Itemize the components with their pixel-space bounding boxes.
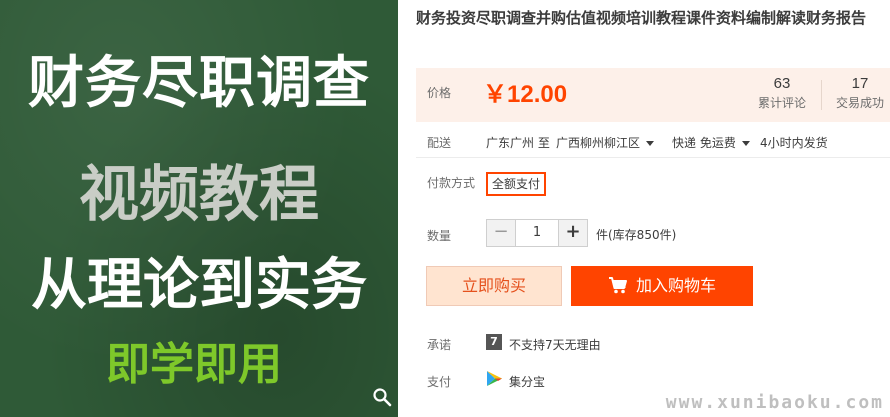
- shipping-row: 配送 广东广州 至 广西柳州柳江区 快递 免运费 4小时内发货: [416, 122, 890, 158]
- image-text-line-4: 即学即用: [106, 339, 282, 390]
- quantity-stepper: − 1 +: [486, 219, 588, 247]
- promise-text[interactable]: 不支持7天无理由: [509, 336, 601, 353]
- pay-method-text: 集分宝: [509, 375, 546, 389]
- no-7-day-return-icon: 7: [486, 334, 502, 350]
- product-detail: 财务投资尽职调查并购估值视频培训教程课件资料编制解读财务报告 价格 ￥12.00…: [416, 0, 890, 417]
- full-payment-option[interactable]: 全额支付: [486, 172, 547, 196]
- shipping-method: 快递 免运费: [672, 136, 736, 150]
- increase-button[interactable]: +: [559, 220, 587, 246]
- product-image[interactable]: 财务尽职调查 视频教程 从理论到实务 即学即用: [0, 0, 398, 417]
- search-icon[interactable]: [372, 387, 392, 407]
- sales-stat[interactable]: 17 交易成功: [836, 75, 884, 111]
- buy-now-button[interactable]: 立即购买: [426, 266, 562, 306]
- shipping-method-select[interactable]: 快递 免运费: [672, 134, 750, 151]
- shipping-destination: 广西柳州柳江区: [556, 136, 641, 150]
- dispatch-time: 4小时内发货: [760, 136, 828, 150]
- stock-info: 件(库存850件): [596, 228, 677, 242]
- pay-method-label: 支付: [427, 375, 452, 389]
- quantity-label: 数量: [427, 229, 452, 243]
- shipping-destination-select[interactable]: 广西柳州柳江区: [556, 134, 655, 151]
- image-text-line-3: 从理论到实务: [31, 253, 367, 318]
- sales-label: 交易成功: [836, 96, 885, 110]
- add-to-cart-button[interactable]: 加入购物车: [571, 266, 753, 306]
- watermark: www.xunibaoku.com: [665, 392, 884, 413]
- price-value: ￥12.00: [483, 81, 568, 108]
- promise-label: 承诺: [427, 338, 452, 352]
- reviews-count: 63: [773, 75, 791, 92]
- image-text-line-2: 视频教程: [79, 160, 319, 230]
- decrease-button[interactable]: −: [487, 220, 515, 246]
- price-label: 价格: [427, 86, 452, 100]
- cart-icon: [608, 277, 627, 294]
- product-title: 财务投资尽职调查并购估值视频培训教程课件资料编制解读财务报告: [416, 9, 867, 27]
- reviews-label: 累计评论: [758, 96, 807, 110]
- add-to-cart-label: 加入购物车: [635, 276, 716, 295]
- stat-divider: [821, 80, 822, 110]
- quantity-input[interactable]: 1: [515, 220, 559, 246]
- sales-count: 17: [851, 75, 869, 92]
- payment-label: 付款方式: [427, 176, 476, 190]
- shipping-from: 广东广州 至: [486, 136, 550, 150]
- reviews-stat[interactable]: 63 累计评论: [758, 75, 806, 111]
- shipping-label: 配送: [427, 136, 452, 150]
- price-panel: 价格 ￥12.00 63 累计评论 17 交易成功: [416, 68, 890, 122]
- image-text-line-1: 财务尽职调查: [28, 51, 370, 116]
- chevron-down-icon: [646, 141, 655, 146]
- chevron-down-icon: [741, 141, 750, 146]
- jifenbao-icon: [487, 371, 502, 386]
